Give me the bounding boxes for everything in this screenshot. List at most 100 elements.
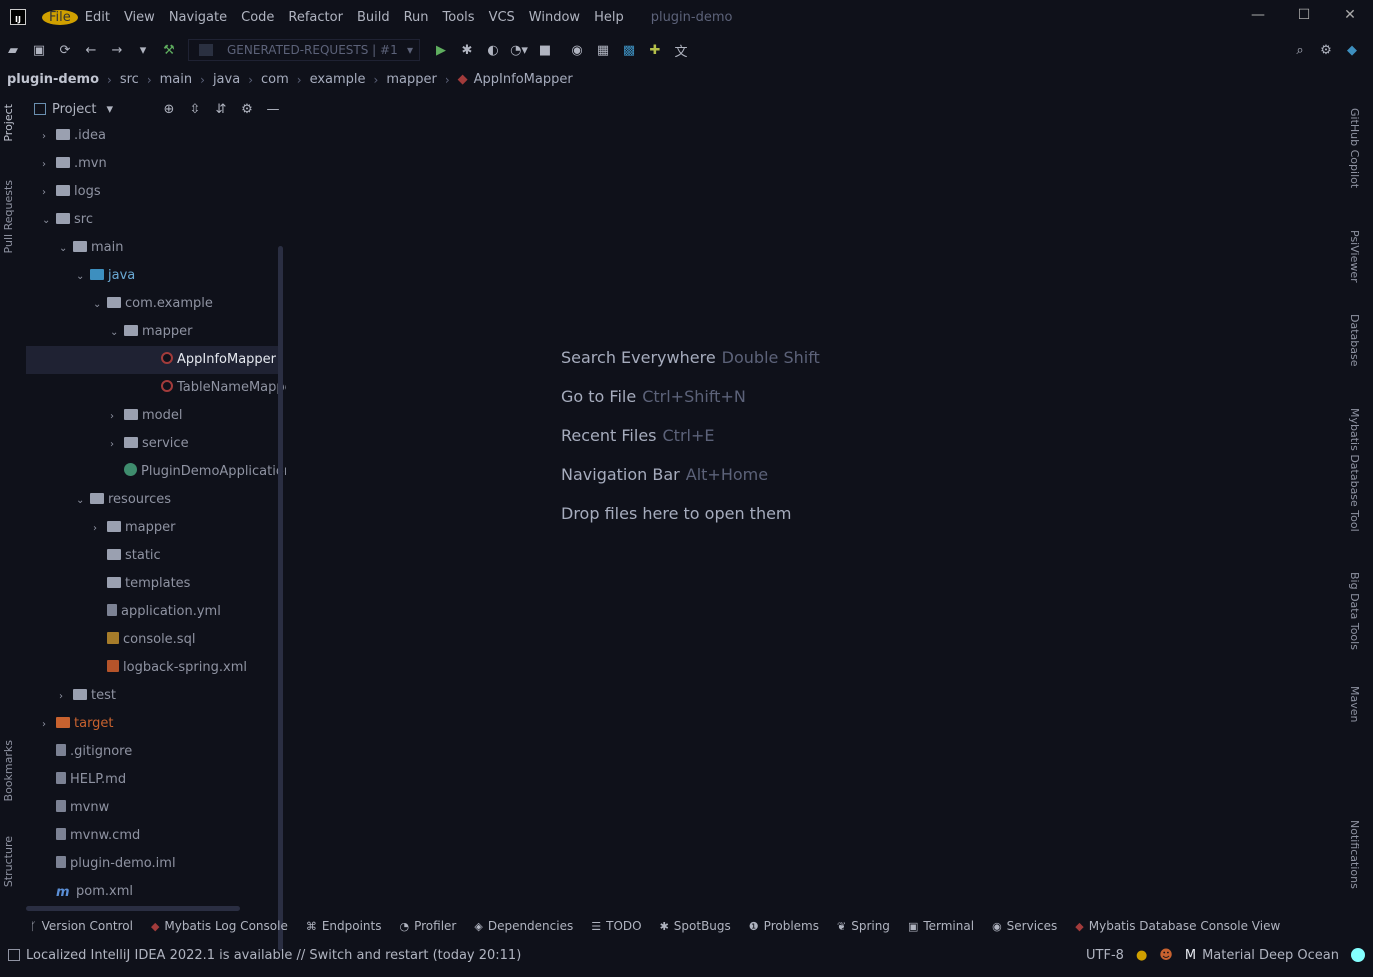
close-icon[interactable]: ✕ bbox=[1327, 0, 1373, 30]
run-icon[interactable]: ▶ bbox=[428, 43, 454, 58]
menu-navigate[interactable]: Navigate bbox=[162, 10, 234, 25]
menu-help[interactable]: Help bbox=[587, 10, 631, 25]
tree-item[interactable]: › mapper bbox=[26, 514, 278, 542]
gear-icon[interactable]: ⚙ bbox=[1313, 43, 1339, 58]
search-structural-icon[interactable]: ◉ bbox=[564, 43, 590, 58]
project-panel-title[interactable]: Project bbox=[52, 102, 96, 117]
locate-icon[interactable]: ⊕ bbox=[156, 102, 182, 117]
copilot-status-icon[interactable]: ● bbox=[1136, 948, 1147, 963]
tree-item[interactable]: › test bbox=[26, 682, 278, 710]
tool-mybatis-log-console[interactable]: ◆ Mybatis Log Console bbox=[151, 919, 288, 933]
menu-build[interactable]: Build bbox=[350, 10, 397, 25]
tree-item[interactable]: console.sql bbox=[26, 626, 278, 654]
tree-item[interactable]: › target bbox=[26, 710, 278, 738]
chevron-right-icon[interactable]: › bbox=[110, 403, 124, 431]
tree-item[interactable]: › .mvn bbox=[26, 150, 278, 178]
chevron-down-icon[interactable]: ⌄ bbox=[93, 291, 107, 319]
tab-maven[interactable]: Maven bbox=[1348, 686, 1361, 722]
breadcrumb-item[interactable]: main bbox=[160, 72, 192, 87]
menu-refactor[interactable]: Refactor bbox=[281, 10, 350, 25]
tree-item[interactable]: › .idea bbox=[26, 122, 278, 150]
tree-item[interactable]: TableNameMapper bbox=[26, 374, 286, 402]
tree-scrollbar[interactable] bbox=[278, 246, 283, 951]
open-folder-icon[interactable]: ▰ bbox=[0, 43, 26, 58]
theme-widget[interactable]: Material Deep Ocean bbox=[1202, 948, 1339, 963]
tree-item[interactable]: mvnw.cmd bbox=[26, 822, 278, 850]
sync-icon[interactable]: ⟳ bbox=[52, 43, 78, 58]
tree-item[interactable]: PluginDemoApplication bbox=[26, 458, 286, 486]
run-configuration-select[interactable]: GENERATED-REQUESTS | #1 ▾ bbox=[188, 39, 420, 61]
breadcrumb-item[interactable]: AppInfoMapper bbox=[474, 72, 573, 87]
menu-file[interactable]: File bbox=[42, 9, 78, 25]
gear-icon[interactable]: ⚙ bbox=[234, 102, 260, 117]
menu-run[interactable]: Run bbox=[397, 10, 436, 25]
tab-psiviewer[interactable]: PsiViewer bbox=[1348, 230, 1361, 283]
breadcrumb-item[interactable]: java bbox=[213, 72, 240, 87]
hide-icon[interactable]: — bbox=[260, 102, 286, 117]
chevron-down-icon[interactable]: ⌄ bbox=[42, 207, 56, 235]
tree-item[interactable]: ⌄ mapper bbox=[26, 318, 278, 346]
chevron-down-icon[interactable]: ⌄ bbox=[76, 263, 90, 291]
breadcrumb-item[interactable]: mapper bbox=[386, 72, 436, 87]
maximize-icon[interactable]: ☐ bbox=[1281, 0, 1327, 30]
toggle-tool-windows-icon[interactable] bbox=[8, 949, 20, 961]
diagram-icon[interactable]: ▩ bbox=[616, 43, 642, 58]
plugin-icon[interactable]: ✚ bbox=[642, 43, 668, 58]
tab-big-data-tools[interactable]: Big Data Tools bbox=[1348, 572, 1361, 650]
tree-item[interactable]: static bbox=[26, 542, 278, 570]
tool-todo[interactable]: ☰ TODO bbox=[591, 919, 641, 933]
minimize-icon[interactable]: — bbox=[1235, 0, 1281, 30]
chevron-right-icon[interactable]: › bbox=[42, 179, 56, 207]
menu-tools[interactable]: Tools bbox=[436, 10, 482, 25]
menu-window[interactable]: Window bbox=[522, 10, 587, 25]
chevron-right-icon[interactable]: › bbox=[42, 711, 56, 739]
tool-profiler[interactable]: ◔ Profiler bbox=[400, 919, 457, 933]
tree-item[interactable]: templates bbox=[26, 570, 278, 598]
tree-item[interactable]: ⌄ src bbox=[26, 206, 278, 234]
chevron-right-icon[interactable]: › bbox=[59, 683, 73, 711]
tree-item[interactable]: ⌄ java bbox=[26, 262, 278, 290]
tab-notifications[interactable]: Notifications bbox=[1348, 820, 1361, 889]
tree-item[interactable]: plugin-demo.iml bbox=[26, 850, 278, 878]
inspection-icon[interactable]: ☻ bbox=[1159, 948, 1173, 963]
chevron-down-icon[interactable]: ⌄ bbox=[110, 319, 124, 347]
build-hammer-icon[interactable]: ⚒ bbox=[156, 43, 182, 58]
chevron-right-icon[interactable]: › bbox=[42, 151, 56, 179]
breadcrumb-item[interactable]: src bbox=[120, 72, 139, 87]
tree-item[interactable]: HELP.md bbox=[26, 766, 278, 794]
tree-horizontal-scrollbar[interactable] bbox=[26, 906, 240, 911]
expand-all-icon[interactable]: ⇳ bbox=[182, 102, 208, 117]
tool-mybatis-database-console-view[interactable]: ◆ Mybatis Database Console View bbox=[1075, 919, 1280, 933]
breadcrumb-item[interactable]: example bbox=[310, 72, 366, 87]
menu-edit[interactable]: Edit bbox=[78, 10, 117, 25]
back-icon[interactable]: ← bbox=[78, 43, 104, 58]
editor-empty-area[interactable]: Search Everywhere Double Shift Go to File… bbox=[287, 96, 1342, 910]
tool-spotbugs[interactable]: ✱ SpotBugs bbox=[660, 919, 731, 933]
theme-accent-icon[interactable] bbox=[1351, 948, 1365, 962]
tree-item[interactable]: › service bbox=[26, 430, 278, 458]
chevron-down-icon[interactable]: ⌄ bbox=[76, 487, 90, 515]
stop-icon[interactable]: ■ bbox=[532, 43, 558, 58]
tree-item[interactable]: ⌄ com.example bbox=[26, 290, 278, 318]
layout-icon[interactable]: ▦ bbox=[590, 43, 616, 58]
tab-pull-requests[interactable]: Pull Requests bbox=[2, 180, 15, 253]
tree-item[interactable]: mvnw bbox=[26, 794, 278, 822]
tool-terminal[interactable]: ▣ Terminal bbox=[908, 919, 974, 933]
tool-spring[interactable]: ❦ Spring bbox=[837, 919, 890, 933]
menu-view[interactable]: View bbox=[117, 10, 162, 25]
menu-code[interactable]: Code bbox=[234, 10, 281, 25]
forward-icon[interactable]: → bbox=[104, 43, 130, 58]
tool-version-control[interactable]: ᚴ Version Control bbox=[30, 919, 133, 933]
vcs-user-icon[interactable]: ▾ bbox=[130, 43, 156, 58]
status-message[interactable]: Localized IntelliJ IDEA 2022.1 is availa… bbox=[26, 948, 521, 963]
tree-item[interactable]: application.yml bbox=[26, 598, 278, 626]
profile-icon[interactable]: ◔▾ bbox=[506, 43, 532, 58]
debug-icon[interactable]: ✱ bbox=[454, 43, 480, 58]
tool-endpoints[interactable]: ⌘ Endpoints bbox=[306, 919, 382, 933]
translate-icon[interactable]: 文 bbox=[668, 41, 694, 60]
tree-item[interactable]: m pom.xml bbox=[26, 878, 278, 904]
tab-project[interactable]: Project bbox=[2, 104, 15, 142]
chevron-right-icon[interactable]: › bbox=[42, 123, 56, 151]
tab-mybatis-database-tool[interactable]: Mybatis Database Tool bbox=[1348, 408, 1361, 532]
menu-vcs[interactable]: VCS bbox=[482, 10, 522, 25]
